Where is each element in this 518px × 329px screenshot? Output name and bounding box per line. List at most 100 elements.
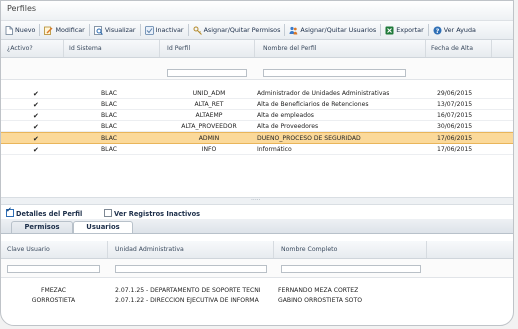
profiles-filter-row — [1, 58, 513, 80]
inactivate-button[interactable]: Inactivar — [142, 25, 187, 35]
profiles-grid-header: ¿Activo? Id Sistema Id Perfil Nombre del… — [1, 40, 513, 58]
edit-icon — [44, 26, 53, 35]
column-divider — [273, 241, 274, 258]
col-header-id-perfil[interactable]: Id Perfil — [167, 45, 190, 52]
cell-nombre-perfil: Administrador de Unidades Administrativa… — [257, 89, 390, 97]
cell-id-perfil: ADMIN — [198, 134, 220, 142]
toolbar-separator — [380, 24, 382, 36]
window-title: Perfiles — [7, 4, 37, 13]
permissions-button[interactable]: Asignar/Quitar Permisos — [190, 26, 284, 35]
cell-id-sistema: BLAC — [101, 100, 118, 108]
active-checkmark: ✔ — [33, 111, 39, 120]
ver-inactivos-toggle[interactable]: Ver Registros Inactivos — [104, 209, 200, 218]
table-row[interactable]: ✔ BLAC ALTAEMP Alta de empleados 16/07/2… — [1, 110, 513, 121]
tab-usuarios[interactable]: Usuarios — [73, 221, 133, 233]
cell-nombre-perfil: Alta de empleados — [257, 111, 314, 119]
edit-button[interactable]: Modificar — [41, 26, 87, 35]
cell-id-perfil: ALTAEMP — [195, 111, 223, 119]
app-window: Perfiles Nuevo Modificar Visualizar Inac… — [0, 0, 514, 326]
column-divider — [426, 241, 427, 258]
table-row-selected[interactable]: ✔ BLAC ADMIN DUEÑO_PROCESO DE SEGURIDAD … — [1, 132, 513, 144]
cell-id-sistema: BLAC — [101, 89, 118, 97]
filter-clave-usuario-input[interactable] — [7, 265, 100, 273]
table-row[interactable]: ✔ BLAC INFO Informático 17/06/2015 — [1, 144, 513, 155]
cell-fecha-alta: 30/06/2015 — [437, 122, 473, 130]
col-header-unidad-administrativa[interactable]: Unidad Administrativa — [115, 246, 184, 253]
splitter-grip: ..... — [251, 195, 261, 202]
cell-unidad-administrativa: 2.07.1.25 - DEPARTAMENTO DE SOPORTE TECN… — [115, 286, 261, 294]
cell-id-sistema: BLAC — [101, 111, 118, 119]
inactivate-icon — [144, 25, 154, 35]
cell-nombre-perfil: Alta de Proveedores — [257, 122, 319, 130]
new-button-label: Nuevo — [15, 26, 36, 34]
new-button[interactable]: Nuevo — [1, 25, 38, 35]
col-header-nombre-completo[interactable]: Nombre Completo — [281, 246, 337, 253]
filter-nombre-perfil-input[interactable] — [263, 69, 406, 77]
permissions-button-label: Asignar/Quitar Permisos — [203, 26, 281, 34]
profiles-grid-body: ✔ BLAC UNID_ADM Administrador de Unidade… — [1, 88, 513, 155]
table-row[interactable]: GORROSTIETA 2.07.1.22 - DIRECCION EJECUT… — [1, 295, 513, 305]
inactivate-button-label: Inactivar — [155, 26, 184, 34]
detalles-perfil-label: Detalles del Perfil — [16, 210, 83, 218]
filter-nombre-completo-input[interactable] — [281, 265, 421, 273]
edit-button-label: Modificar — [55, 26, 85, 34]
toolbar-separator — [427, 24, 429, 36]
new-doc-icon — [4, 25, 13, 35]
export-button[interactable]: Exportar — [382, 26, 426, 35]
help-button[interactable]: ? Ver Ayuda — [430, 26, 479, 35]
cell-id-sistema: BLAC — [101, 122, 118, 130]
panel-splitter[interactable]: ..... — [1, 195, 513, 205]
detalles-perfil-toggle[interactable]: Detalles del Perfil — [6, 206, 83, 218]
cell-clave-usuario: FMEZAC — [40, 286, 67, 294]
help-icon: ? — [433, 26, 442, 35]
detail-options-bar: Detalles del Perfil Ver Registros Inacti… — [1, 206, 513, 219]
users-grid-body: FMEZAC 2.07.1.25 - DEPARTAMENTO DE SOPOR… — [1, 285, 513, 305]
table-row[interactable]: FMEZAC 2.07.1.25 - DEPARTAMENTO DE SOPOR… — [1, 285, 513, 295]
assign-users-button-label: Asignar/Quitar Usuarios — [300, 26, 377, 34]
assign-users-button[interactable]: Asignar/Quitar Usuarios — [286, 26, 379, 35]
cell-id-sistema: BLAC — [101, 134, 118, 142]
toolbar-separator — [284, 24, 286, 36]
toolbar: Nuevo Modificar Visualizar Inactivar Asi… — [1, 21, 513, 40]
cell-nombre-perfil: DUEÑO_PROCESO DE SEGURIDAD — [257, 134, 361, 142]
cell-id-perfil: ALTA_RET — [194, 100, 224, 108]
cell-nombre-completo: GABINO ORROSTIETA SOTO — [278, 296, 362, 304]
detalles-checkbox[interactable] — [6, 206, 14, 217]
users-grid-header: Clave Usuario Unidad Administrativa Nomb… — [1, 241, 513, 259]
active-checkmark: ✔ — [33, 122, 39, 131]
table-row[interactable]: ✔ BLAC ALTA_RET Alta de Beneficiarios de… — [1, 99, 513, 110]
cell-id-perfil: INFO — [201, 145, 217, 153]
col-header-nombre-perfil[interactable]: Nombre del Perfil — [263, 45, 316, 52]
col-header-fecha-alta[interactable]: Fecha de Alta — [431, 45, 473, 52]
active-checkmark: ✔ — [33, 145, 39, 154]
col-header-activo[interactable]: ¿Activo? — [7, 45, 33, 52]
table-row[interactable]: ✔ BLAC UNID_ADM Administrador de Unidade… — [1, 88, 513, 99]
toolbar-separator — [88, 24, 90, 36]
cell-id-perfil: ALTA_PROVEEDOR — [181, 122, 237, 130]
permissions-icon — [193, 26, 202, 35]
title-bar: Perfiles — [1, 1, 513, 21]
table-row[interactable]: ✔ BLAC ALTA_PROVEEDOR Alta de Proveedore… — [1, 121, 513, 132]
cell-fecha-alta: 17/06/2015 — [437, 134, 473, 142]
toolbar-separator — [39, 24, 41, 36]
toolbar-separator — [139, 24, 141, 36]
help-button-label: Ver Ayuda — [443, 26, 476, 34]
view-button-label: Visualizar — [104, 26, 136, 34]
col-header-id-sistema[interactable]: Id Sistema — [69, 45, 102, 52]
filter-unidad-input[interactable] — [115, 265, 267, 273]
cell-id-perfil: UNID_ADM — [192, 89, 226, 97]
cell-fecha-alta: 29/06/2015 — [437, 89, 473, 97]
ver-inactivos-checkbox[interactable] — [104, 209, 112, 217]
ver-inactivos-label: Ver Registros Inactivos — [114, 210, 201, 218]
svg-text:?: ? — [435, 27, 439, 35]
view-icon — [93, 25, 103, 35]
users-filter-row — [1, 259, 513, 278]
column-divider — [107, 241, 108, 258]
col-header-clave-usuario[interactable]: Clave Usuario — [7, 246, 50, 253]
excel-export-icon — [385, 26, 394, 35]
tab-permisos[interactable]: Permisos — [11, 221, 73, 233]
view-button[interactable]: Visualizar — [91, 25, 139, 35]
filter-id-perfil-input[interactable] — [167, 69, 247, 77]
cell-unidad-administrativa: 2.07.1.22 - DIRECCION EJECUTIVA DE INFOR… — [115, 296, 259, 304]
column-divider — [254, 40, 255, 57]
